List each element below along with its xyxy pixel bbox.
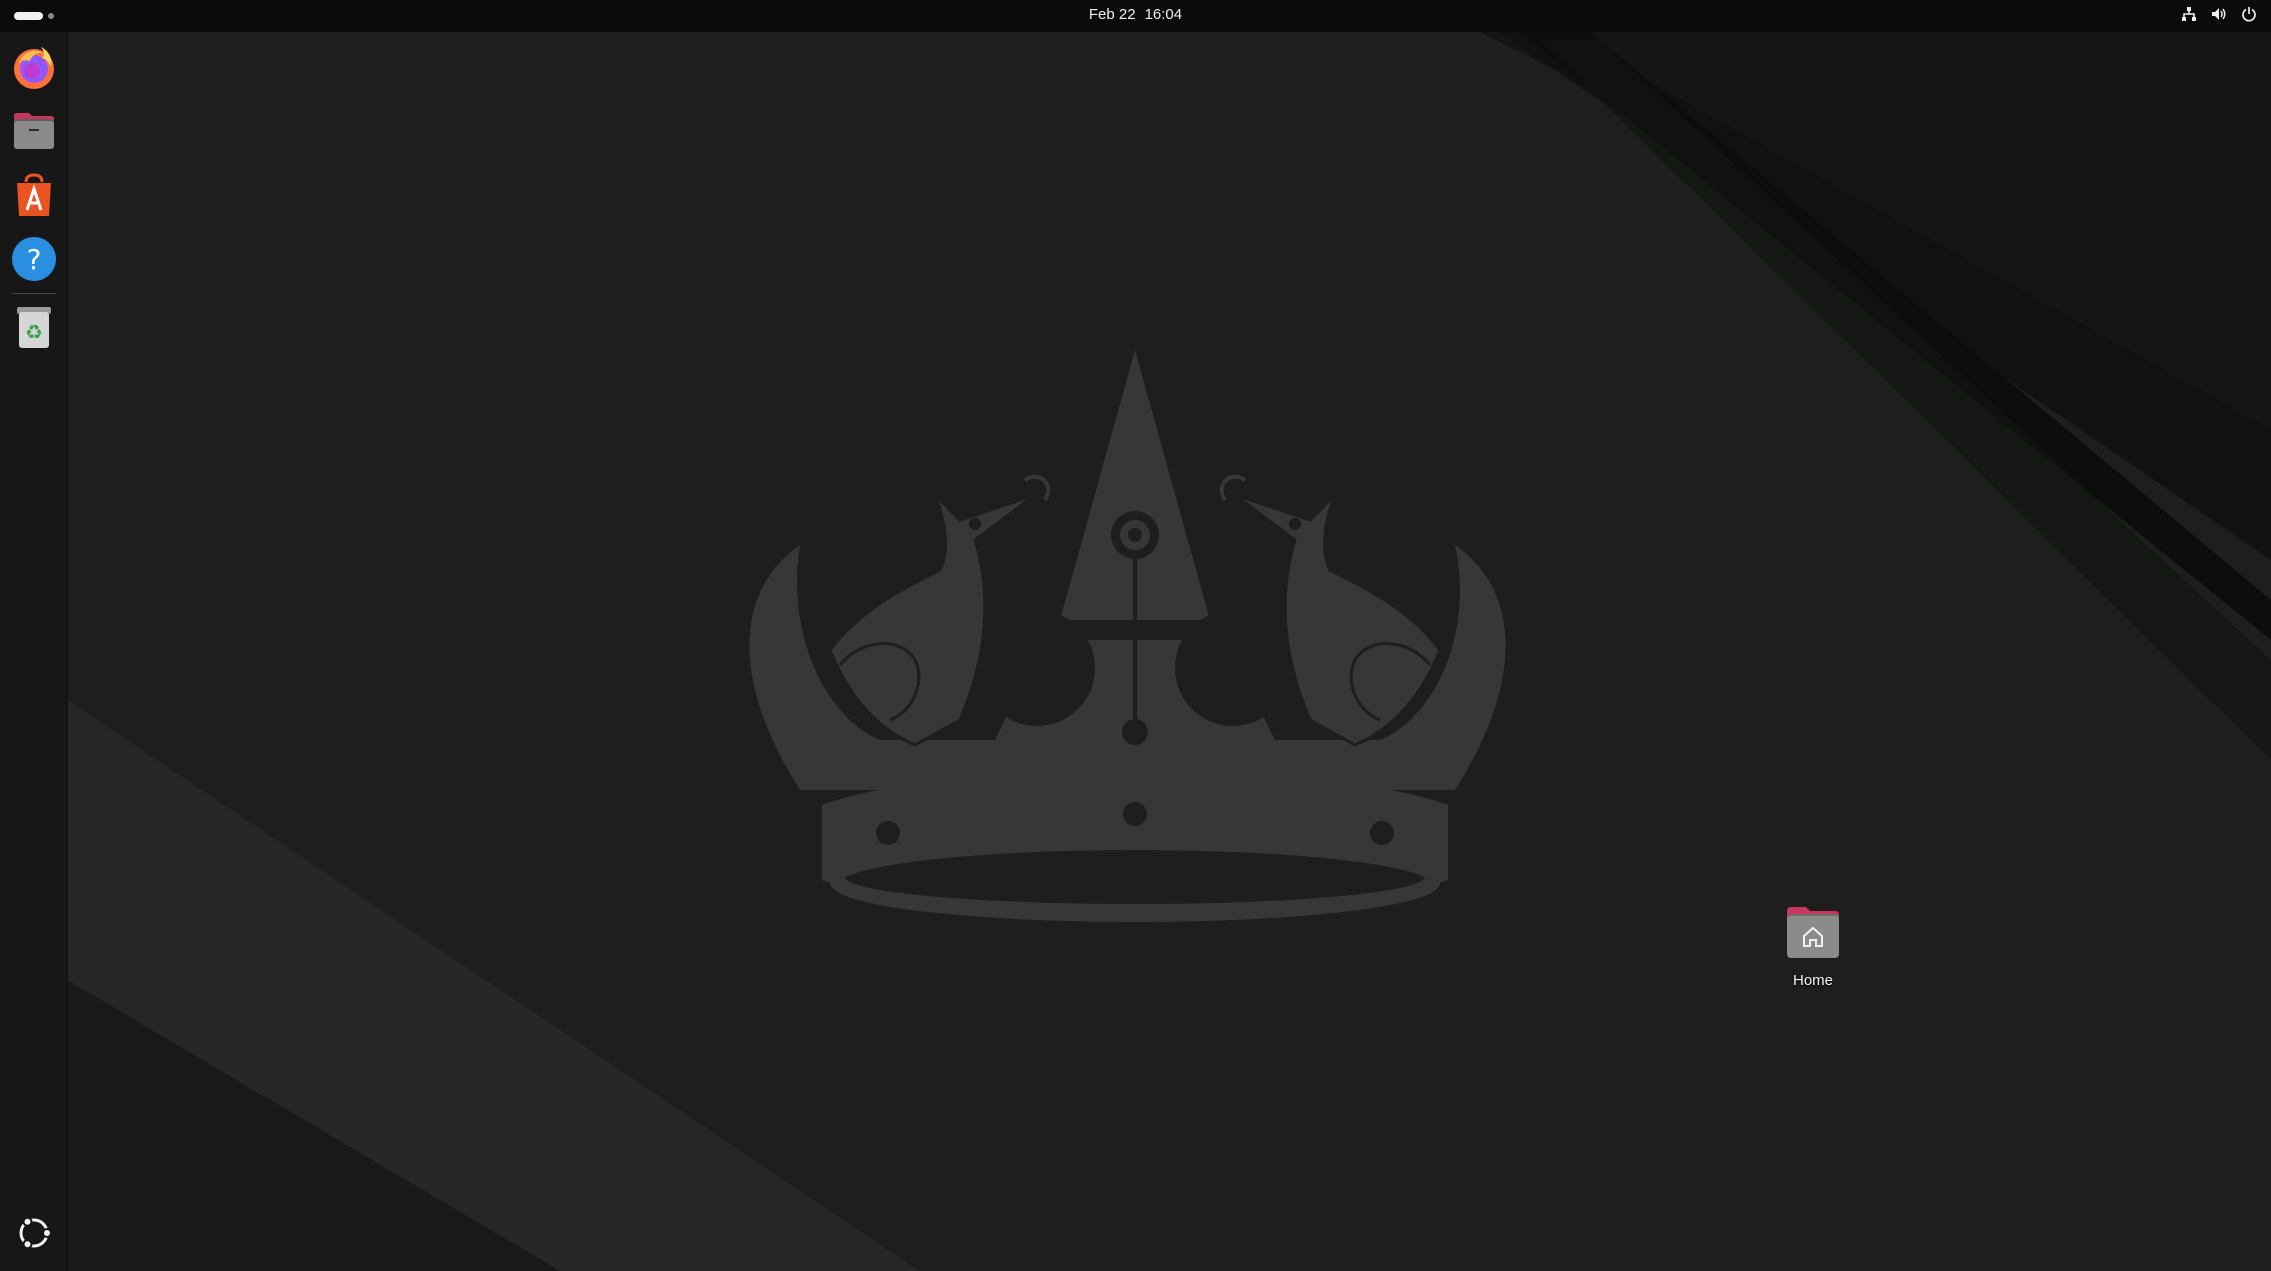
ubuntu-logo-icon xyxy=(19,1216,52,1250)
dock-item-files[interactable] xyxy=(9,106,59,156)
trash-icon: ♻ xyxy=(17,307,51,348)
power-icon xyxy=(2241,6,2257,22)
workspace-active-indicator xyxy=(14,12,43,20)
dock-item-app-center[interactable] xyxy=(9,170,59,220)
app-center-icon xyxy=(17,173,51,216)
svg-text:?: ? xyxy=(27,243,42,276)
dock-item-help[interactable]: ? xyxy=(9,234,59,284)
system-tray[interactable] xyxy=(2181,6,2257,22)
files-icon xyxy=(14,113,54,149)
network-wired-icon xyxy=(2181,6,2197,22)
help-icon: ? xyxy=(12,237,56,281)
volume-icon xyxy=(2211,6,2227,22)
firefox-icon xyxy=(14,47,54,89)
clock-time: 16:04 xyxy=(1144,6,1183,23)
dock-item-firefox[interactable] xyxy=(9,42,59,92)
desktop-icon-label: Home xyxy=(1792,972,1833,989)
desktop-icon-home[interactable]: Home xyxy=(1765,905,1861,989)
activities-button[interactable] xyxy=(14,10,54,22)
clock[interactable]: Feb 22 16:04 xyxy=(1089,0,1182,32)
workspace-inactive-indicator xyxy=(48,13,54,19)
top-bar: Feb 22 16:04 xyxy=(0,0,2271,32)
dock-item-trash[interactable]: ♻ xyxy=(9,302,59,352)
show-apps-button[interactable] xyxy=(9,1208,59,1258)
svg-text:♻: ♻ xyxy=(25,320,43,344)
desktop-wallpaper xyxy=(0,0,2271,1271)
dock-separator xyxy=(12,293,56,294)
clock-date: Feb 22 xyxy=(1088,6,1136,23)
home-folder-icon xyxy=(1787,907,1839,958)
dock: ? ♻ xyxy=(0,32,68,1271)
